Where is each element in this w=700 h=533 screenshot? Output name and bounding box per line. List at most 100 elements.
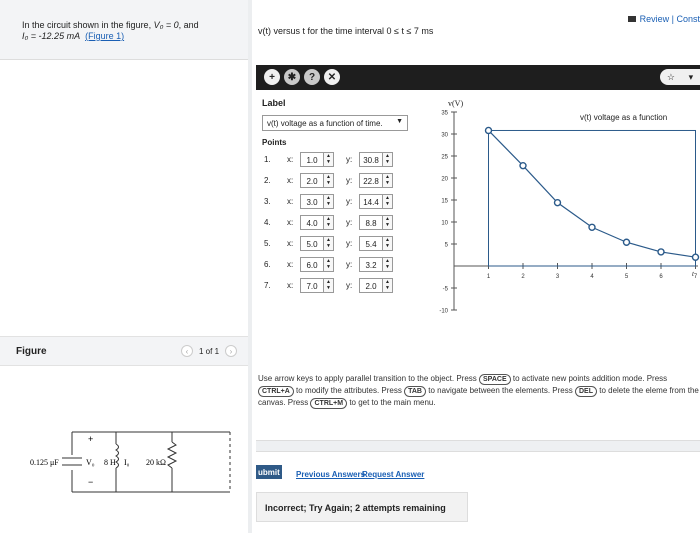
instr-text-3: to modify the attributes. Press <box>296 386 402 395</box>
key-ctrl-m: CTRL+M <box>310 398 348 409</box>
pager-text: 1 of 1 <box>199 346 220 356</box>
previous-answers-link[interactable]: Previous Answers <box>296 470 365 479</box>
x-label: x: <box>287 239 294 248</box>
help-icon[interactable]: ? <box>304 69 320 85</box>
data-point <box>484 126 493 135</box>
review-link[interactable]: Review | Const <box>627 14 700 24</box>
series-line <box>488 130 696 258</box>
v0-label: V₀ = 0 <box>153 20 179 30</box>
label-select-value: v(t) voltage as a function of time. <box>267 119 383 128</box>
instructions: Use arrow keys to apply parallel transit… <box>258 373 700 409</box>
x-tick-label: 1 <box>487 274 491 280</box>
data-point <box>691 253 700 261</box>
chevron-down-icon[interactable]: ▾ <box>689 72 694 83</box>
y-label: y: <box>346 197 353 206</box>
point-x-field[interactable]: 2.0 <box>300 173 324 188</box>
point-number: 5. <box>264 239 271 248</box>
label-select[interactable]: v(t) voltage as a function of time. ▼ <box>262 115 408 131</box>
feedback-text: Incorrect; Try Again; 2 attempts remaini… <box>265 503 446 513</box>
point-number: 1. <box>264 155 271 164</box>
vo-label: V₀ <box>86 458 95 467</box>
chart-svg[interactable]: 3530252015105-5-101 2 3 4 5 6 7v(V)tv(t) volta… <box>430 90 700 358</box>
instr-text-2: to activate new points addition mode. Pr… <box>512 374 668 383</box>
y-label: y: <box>346 281 353 290</box>
point-x-field[interactable]: 4.0 <box>300 215 324 230</box>
y-label: y: <box>346 239 353 248</box>
points-title: Points <box>262 138 287 147</box>
point-x-field[interactable]: 7.0 <box>300 278 324 293</box>
x-label: x: <box>287 197 294 206</box>
selection-rectangle <box>488 129 696 267</box>
point-y-field[interactable]: 5.4 <box>359 236 383 251</box>
hint-icon[interactable]: ☆ <box>667 72 675 83</box>
point-number: 4. <box>264 218 271 227</box>
question-text: v(t) versus t for the time interval 0 ≤ … <box>258 26 434 36</box>
x-stepper[interactable]: ▲ ▼ <box>324 236 334 251</box>
x-tick-label: 7 <box>694 274 698 280</box>
instr-text-4: to navigate between the elements. Press <box>428 386 573 395</box>
point-x-field[interactable]: 1.0 <box>300 152 324 167</box>
data-point <box>519 161 527 170</box>
figure-title: Figure <box>16 346 47 357</box>
x-stepper[interactable]: ▲ ▼ <box>324 215 334 230</box>
y-stepper[interactable]: ▲ ▼ <box>383 173 393 188</box>
x-stepper[interactable]: ▲ ▼ <box>324 257 334 272</box>
point-y-field[interactable]: 30.8 <box>359 152 383 167</box>
point-y-field[interactable]: 22.8 <box>359 173 383 188</box>
figure-link[interactable]: (Figure 1) <box>85 31 124 41</box>
x-label: x: <box>287 218 294 227</box>
problem-text-1: In the circuit shown in the figure, <box>22 20 154 30</box>
point-x-field[interactable]: 3.0 <box>300 194 324 209</box>
label-title: Label <box>262 98 286 108</box>
point-number: 3. <box>264 197 271 206</box>
x-stepper[interactable]: ▲ ▼ <box>324 194 334 209</box>
review-icon <box>627 16 636 22</box>
prev-figure-button[interactable]: ‹ <box>181 345 193 357</box>
right-panel: Review | Const v(t) versus t for the tim… <box>252 0 700 533</box>
next-figure-button[interactable]: › <box>225 345 238 357</box>
x-label: x: <box>287 155 294 164</box>
y-tick-label: -10 <box>439 309 448 315</box>
submit-button[interactable]: ubmit <box>256 465 282 479</box>
point-x-field[interactable]: 5.0 <box>300 236 324 251</box>
y-tick-label: 5 <box>445 243 449 249</box>
point-y-field[interactable]: 14.4 <box>359 194 383 209</box>
y-tick-label: -5 <box>443 287 449 293</box>
chart-area[interactable]: 35 30 25 20 15 10 5 -5 -10 1 2 3 4 5 6 7 v(V) t v(t) volta… <box>430 90 700 358</box>
x-stepper[interactable]: ▲ ▼ <box>324 278 334 293</box>
point-y-field[interactable]: 3.2 <box>359 257 383 272</box>
point-row: 5. x: 5.0 ▲ ▼ y: 5.4 ▲ ▼ <box>262 236 410 252</box>
y-stepper[interactable]: ▲ ▼ <box>383 152 393 167</box>
point-y-field[interactable]: 2.0 <box>359 278 383 293</box>
x-tick-label: 3 <box>556 274 560 280</box>
point-row: 3. x: 3.0 ▲ ▼ y: 14.4 ▲ ▼ <box>262 194 410 210</box>
point-number: 7. <box>264 281 271 290</box>
x-label: x: <box>287 176 294 185</box>
y-label: y: <box>346 155 353 164</box>
circuit-diagram: 0.125 μF V₀ + − 8 H I₀ 20 kΩ <box>30 431 231 493</box>
trash-icon[interactable]: ✕ <box>324 69 340 85</box>
label-panel: Label v(t) voltage as a function of time… <box>256 90 426 295</box>
x-label: x: <box>287 260 294 269</box>
point-row: 7. x: 7.0 ▲ ▼ y: 2.0 ▲ ▼ <box>262 278 410 294</box>
point-y-field[interactable]: 8.8 <box>359 215 383 230</box>
point-row: 4. x: 4.0 ▲ ▼ y: 8.8 ▲ ▼ <box>262 215 410 231</box>
request-answer-link[interactable]: Request Answer <box>362 470 424 479</box>
point-x-field[interactable]: 6.0 <box>300 257 324 272</box>
y-axis-label: v(V) <box>448 99 463 108</box>
point-number: 2. <box>264 176 271 185</box>
y-stepper[interactable]: ▲ ▼ <box>383 215 393 230</box>
y-stepper[interactable]: ▲ ▼ <box>383 278 393 293</box>
y-stepper[interactable]: ▲ ▼ <box>383 236 393 251</box>
instr-text-7: to get to the main menu. <box>349 398 436 407</box>
x-stepper[interactable]: ▲ ▼ <box>324 173 334 188</box>
y-stepper[interactable]: ▲ ▼ <box>383 194 393 209</box>
point-row: 2. x: 2.0 ▲ ▼ y: 22.8 ▲ ▼ <box>262 173 410 189</box>
x-stepper[interactable]: ▲ ▼ <box>324 152 334 167</box>
add-point-icon[interactable]: + <box>264 69 280 85</box>
tool-icon[interactable]: ✱ <box>284 69 300 85</box>
problem-statement: In the circuit shown in the figure, V₀ =… <box>0 0 248 60</box>
x-tick-label: 4 <box>590 274 594 280</box>
y-stepper[interactable]: ▲ ▼ <box>383 257 393 272</box>
left-panel: In the circuit shown in the figure, V₀ =… <box>0 0 248 533</box>
